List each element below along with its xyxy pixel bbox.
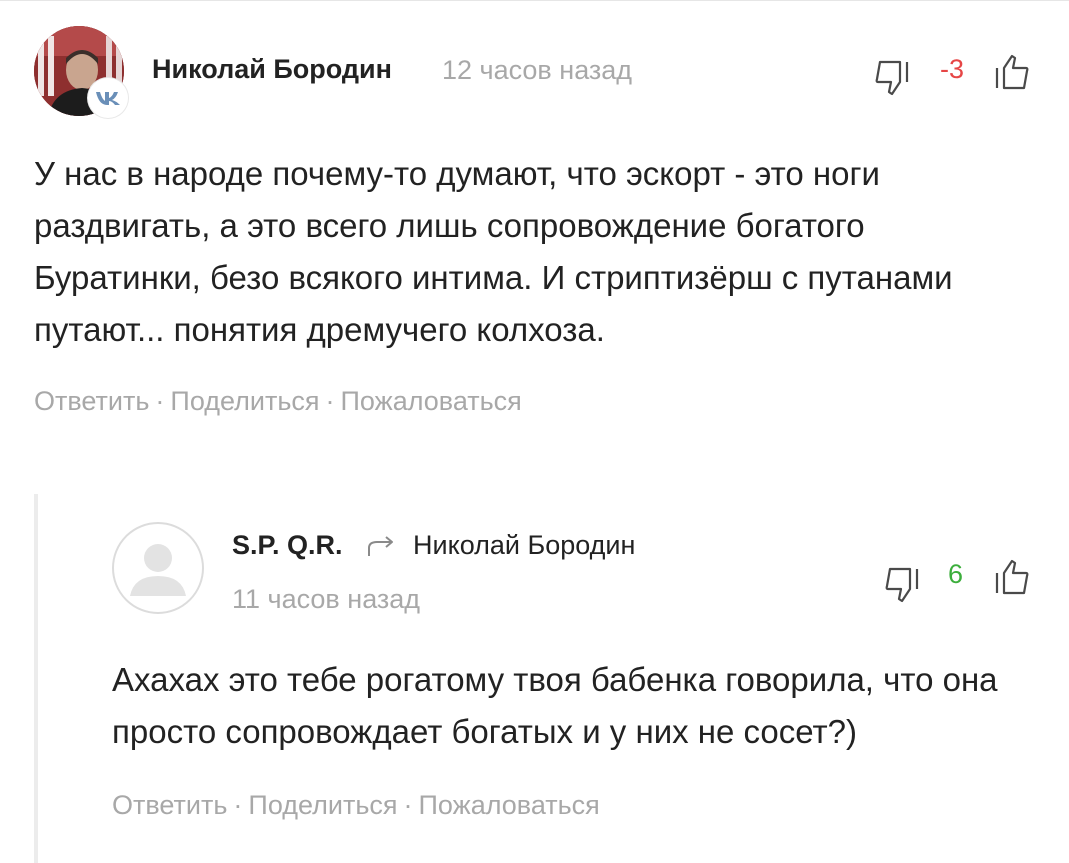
default-avatar-icon [130, 544, 186, 596]
vk-icon [96, 92, 120, 105]
action-separator: · [325, 386, 335, 416]
comment-actions: Ответить · Поделиться · Пожаловаться [34, 386, 522, 417]
comment-time: 12 часов назад [442, 55, 633, 85]
share-link[interactable]: Поделиться [248, 790, 397, 820]
thumb-down-icon[interactable] [884, 563, 924, 605]
thumb-down-icon[interactable] [874, 56, 914, 98]
comment: Николай Бородин 12 часов назад -3 У нас … [0, 0, 1069, 460]
vote-score: -3 [940, 54, 965, 84]
reply-thread-line [34, 494, 38, 863]
reply-to-author[interactable]: Николай Бородин [413, 530, 635, 561]
reply-link[interactable]: Ответить [112, 790, 227, 820]
action-separator: · [155, 386, 165, 416]
action-separator: · [403, 790, 413, 820]
thumb-up-icon[interactable] [992, 52, 1032, 94]
comment-text: Ахахах это тебе рогатому твоя бабенка го… [112, 661, 998, 750]
comment-author[interactable]: S.P. Q.R. [232, 530, 343, 561]
reply-link[interactable]: Ответить [34, 386, 149, 416]
report-link[interactable]: Пожаловаться [341, 386, 522, 416]
avatar[interactable] [112, 522, 204, 614]
report-link[interactable]: Пожаловаться [419, 790, 600, 820]
comment-author[interactable]: Николай Бородин [152, 54, 392, 85]
reply-arrow-icon [368, 536, 393, 556]
vote-controls: 6 [884, 555, 1044, 605]
vk-badge [88, 78, 128, 118]
vote-controls: -3 [874, 50, 1044, 100]
comment-text: У нас в народе почему-то думают, что эск… [34, 155, 953, 348]
comment-time: 11 часов назад [232, 584, 421, 614]
share-link[interactable]: Поделиться [170, 386, 319, 416]
vote-score: 6 [948, 559, 964, 589]
comment-actions: Ответить · Поделиться · Пожаловаться [112, 790, 600, 821]
action-separator: · [233, 790, 243, 820]
thumb-up-icon[interactable] [992, 557, 1032, 599]
